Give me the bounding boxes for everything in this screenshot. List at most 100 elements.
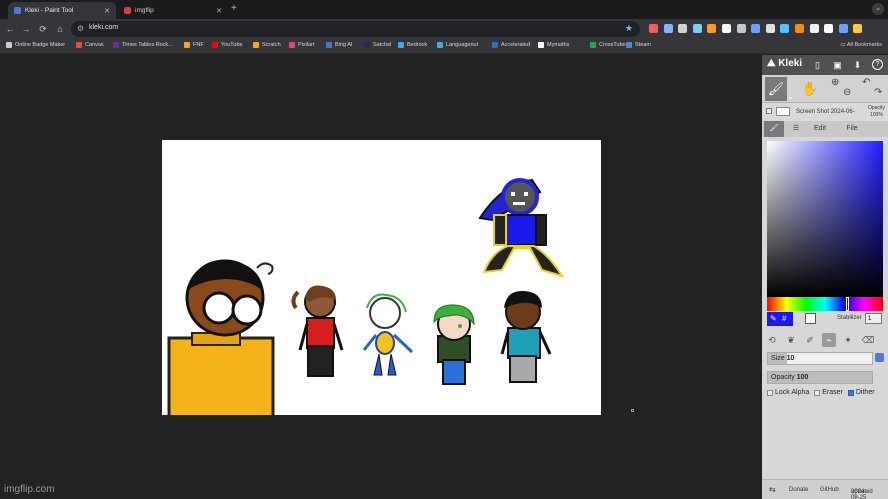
extension-icon[interactable] xyxy=(663,24,673,33)
extension-icon[interactable] xyxy=(736,24,746,33)
color-picker[interactable] xyxy=(767,141,883,298)
eraser-checkbox[interactable] xyxy=(814,389,821,396)
tab-brush[interactable]: 🖌 xyxy=(764,121,784,137)
bookmark-item[interactable]: CrossTube xyxy=(590,42,626,48)
extension-icon[interactable] xyxy=(838,24,848,33)
eyedropper-icon[interactable]: ✎ xyxy=(770,314,777,323)
address-bar[interactable]: ⚙ kleki.com ★ xyxy=(71,21,640,37)
back-button[interactable]: ← xyxy=(4,23,16,35)
layer-item[interactable]: Screen Shot 2024-06- Opacity 100% xyxy=(762,103,888,121)
lock-alpha-checkbox[interactable] xyxy=(767,389,773,396)
brush-options: Lock Alpha Eraser Dither xyxy=(767,389,875,396)
hex-input-icon[interactable]: # xyxy=(782,314,786,323)
secondary-color-swatch[interactable] xyxy=(805,313,816,324)
primary-color-swatch[interactable]: ✎ # xyxy=(767,312,793,326)
bookmark-item[interactable]: Bedrock xyxy=(398,42,427,48)
bookmark-item[interactable]: Times Tables Rock... xyxy=(113,42,173,48)
reload-button[interactable]: ⟳ xyxy=(37,23,49,35)
tab-file[interactable]: File xyxy=(840,121,864,137)
new-image-icon[interactable]: ▯ xyxy=(812,59,823,71)
close-tab-icon[interactable]: ✕ xyxy=(216,7,222,15)
extension-icon[interactable] xyxy=(824,24,834,33)
site-settings-icon[interactable]: ⚙ xyxy=(77,24,84,33)
bookmark-label: Canvas xyxy=(85,42,104,48)
extension-icon[interactable] xyxy=(853,24,863,33)
zoom-in-icon[interactable]: ⊕ xyxy=(831,77,839,88)
dither-label: Dither xyxy=(855,389,875,396)
bookmark-label: FNF xyxy=(193,42,204,48)
extension-icon[interactable] xyxy=(707,24,717,33)
tab-layers[interactable]: ☰ xyxy=(786,121,806,137)
extension-icon[interactable] xyxy=(649,24,658,33)
bookmark-item[interactable]: Accelerated xyxy=(492,42,530,48)
hue-slider[interactable] xyxy=(767,297,883,311)
zoom-out-icon[interactable]: ⊖ xyxy=(843,87,851,98)
donate-link[interactable]: Donate xyxy=(789,487,808,493)
extension-icon[interactable] xyxy=(678,24,688,33)
brush-type-blend-icon[interactable]: ❦ xyxy=(784,333,798,347)
tab-search-button[interactable]: ⌄ xyxy=(872,3,884,15)
extension-icon[interactable] xyxy=(795,24,804,33)
kleki-logo-text: Kleki xyxy=(778,58,803,69)
extension-icon[interactable] xyxy=(780,24,790,33)
bookmark-label: Online Badge Maker xyxy=(15,42,66,48)
extension-icon[interactable] xyxy=(692,24,702,33)
bookmark-item[interactable]: Scratch xyxy=(253,42,281,48)
brush-type-pen-icon[interactable]: ⟲ xyxy=(765,333,779,347)
brush-type-eraser-icon[interactable]: ⌫ xyxy=(861,333,875,347)
new-tab-button[interactable]: + xyxy=(231,3,237,14)
tab-edit[interactable]: Edit xyxy=(808,121,832,137)
opacity-slider[interactable]: Opacity 100 xyxy=(767,371,873,384)
tab-imgflip[interactable]: imgflip ✕ xyxy=(118,2,228,19)
bookmark-item[interactable]: Satchel xyxy=(364,42,391,48)
github-link[interactable]: GitHub xyxy=(820,487,839,493)
bookmark-label: Bing AI xyxy=(335,42,353,48)
brush-type-sketchy-icon[interactable]: ✐ xyxy=(803,333,817,347)
hand-tool-button[interactable]: ✋ xyxy=(799,77,821,101)
tab-bar: Kleki - Paint Tool ✕ imgflip ✕ + ⌄ xyxy=(0,0,888,19)
forward-button[interactable]: → xyxy=(20,23,32,35)
stabilizer-select[interactable]: 1 xyxy=(865,313,882,324)
size-label: Size xyxy=(771,355,785,362)
extension-icon[interactable] xyxy=(809,24,819,33)
drawing-canvas[interactable] xyxy=(162,140,601,415)
tab-kleki[interactable]: Kleki - Paint Tool ✕ xyxy=(8,2,116,19)
bookmark-item[interactable]: FNF xyxy=(184,42,204,48)
layer-visibility-checkbox[interactable] xyxy=(766,108,772,114)
bookmark-item[interactable]: Bing AI xyxy=(326,42,352,48)
save-icon[interactable]: ▣ xyxy=(832,59,843,71)
bookmark-item[interactable]: Mymaths xyxy=(538,42,569,48)
extension-icon[interactable] xyxy=(751,24,761,33)
dither-checkbox[interactable] xyxy=(847,389,854,396)
extension-icon[interactable] xyxy=(765,24,775,33)
home-button[interactable]: ⌂ xyxy=(54,23,66,35)
bookmark-item[interactable]: YouTube xyxy=(212,42,243,48)
opacity-label: Opacity xyxy=(771,374,795,381)
saturation-value-area[interactable] xyxy=(767,141,883,298)
undo-icon[interactable]: ↶ xyxy=(862,77,870,88)
hue-slider-handle[interactable] xyxy=(846,297,849,311)
bookmark-favicon-icon xyxy=(326,42,332,48)
bookmark-star-icon[interactable]: ★ xyxy=(625,23,633,34)
size-slider[interactable]: Size 10 xyxy=(767,352,873,365)
brush-type-pixel-icon[interactable]: ⌁ xyxy=(822,333,836,347)
canvas-resize-handle[interactable] xyxy=(631,409,634,412)
redo-icon[interactable]: ↷ xyxy=(874,87,882,98)
download-icon[interactable]: ⬇ xyxy=(852,59,863,71)
bookmark-item[interactable]: Steam xyxy=(626,42,651,48)
kleki-side-panel: ⛰ Kleki ▯ ▣ ⬇ ? 🖌 ⌄ ✋ ⊕ ⊖ ↶ ↷ Screen Sho… xyxy=(762,55,888,499)
help-icon[interactable]: ? xyxy=(872,59,883,70)
brush-tool-button[interactable]: 🖌 xyxy=(765,77,787,101)
brush-type-chemy-icon[interactable]: ✦ xyxy=(841,333,855,347)
bookmark-item[interactable]: Online Badge Maker xyxy=(6,42,65,48)
bookmark-item[interactable]: Languagenut xyxy=(437,42,478,48)
pen-pressure-icon[interactable] xyxy=(875,353,884,362)
tool-dropdown-icon[interactable]: ⌄ xyxy=(787,92,794,101)
bookmark-item[interactable]: Canvas xyxy=(76,42,104,48)
swap-panel-icon[interactable]: ⇆ xyxy=(769,485,776,494)
extension-icon[interactable] xyxy=(722,24,731,33)
close-tab-icon[interactable]: ✕ xyxy=(104,7,110,15)
url-text[interactable]: kleki.com xyxy=(89,24,118,31)
all-bookmarks-button[interactable]: ▭ All Bookmarks xyxy=(840,42,882,48)
bookmark-item[interactable]: Pixilart xyxy=(289,42,315,48)
